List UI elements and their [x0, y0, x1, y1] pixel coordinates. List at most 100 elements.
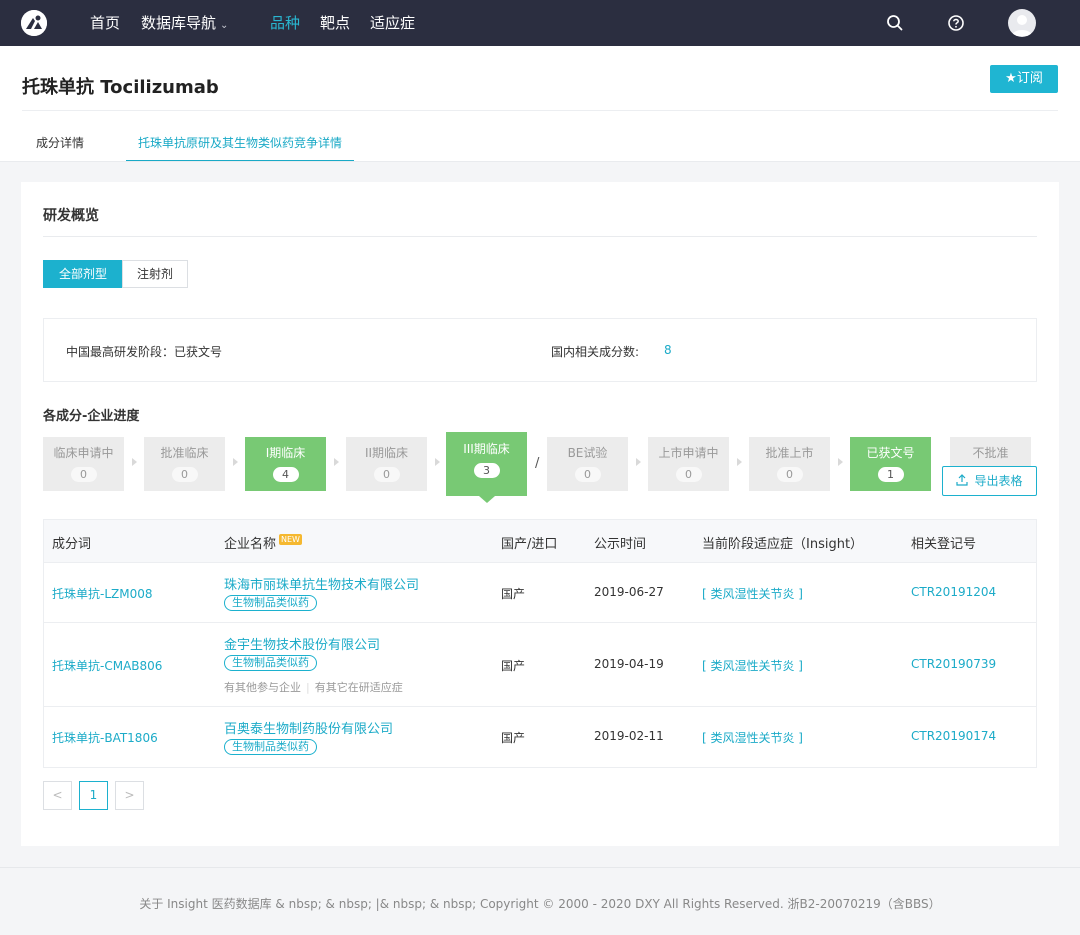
subscribe-button[interactable]: ★订阅 [990, 65, 1058, 93]
col-ingredient: 成分词 [52, 537, 92, 552]
stage-label: 上市申请中 [658, 446, 719, 460]
nav-indications[interactable]: 适应症 [370, 0, 415, 46]
footer: 关于 Insight 医药数据库 & nbsp; & nbsp; |& nbsp… [0, 867, 1080, 935]
arrow-right-icon [636, 458, 641, 466]
col-origin: 国产/进口 [501, 537, 558, 552]
stage-count: 0 [675, 467, 702, 482]
stage-count: 0 [574, 467, 601, 482]
page-title: 托珠单抗 Tocilizumab [22, 77, 219, 98]
tag-label: 生物制品类似药 [224, 655, 317, 671]
company-link[interactable]: 金宇生物技术股份有限公司 [224, 634, 380, 653]
stage-phase-2[interactable]: II期临床 0 [346, 437, 427, 491]
stage-count: 0 [373, 467, 400, 482]
stage-license-obtained[interactable]: 已获文号 1 [850, 437, 931, 491]
indication-link[interactable]: [ 类风湿性关节炎 ] [702, 729, 803, 746]
nav-home[interactable]: 首页 [90, 0, 120, 46]
page-header: 托珠单抗 Tocilizumab ★订阅 成分详情 托珠单抗原研及其生物类似药竞… [0, 46, 1080, 162]
user-icon [1012, 15, 1032, 36]
date-cell: 2019-06-27 [594, 585, 664, 599]
nav-targets[interactable]: 靶点 [320, 0, 350, 46]
separator: | [306, 681, 310, 694]
arrow-right-icon [233, 458, 238, 466]
col-registration: 相关登记号 [911, 537, 977, 552]
new-badge: NEW [279, 534, 302, 545]
nav-varieties[interactable]: 品种 [270, 0, 300, 46]
ingredient-link[interactable]: 托珠单抗-LZM008 [52, 585, 153, 602]
highest-stage-value: 已获文号 [174, 345, 223, 359]
related-count-value[interactable]: 8 [664, 343, 672, 357]
stage-marketing-application[interactable]: 上市申请中 0 [648, 437, 729, 491]
table-row: 托珠单抗-LZM008 珠海市丽珠单抗生物技术有限公司 生物制品类似药 国产 2… [44, 563, 1036, 623]
indication-link[interactable]: [ 类风湿性关节炎 ] [702, 657, 803, 674]
tag-label: 生物制品类似药 [224, 595, 317, 611]
table-row: 托珠单抗-BAT1806 百奥泰生物制药股份有限公司 生物制品类似药 国产 20… [44, 707, 1036, 767]
biosimilar-tag: 生物制品类似药 [224, 739, 317, 755]
pagination-next-button[interactable]: > [115, 781, 144, 810]
tag-label: 生物制品类似药 [224, 739, 317, 755]
help-icon[interactable] [947, 14, 965, 32]
top-navigation-bar: 首页 数据库导航 ⌄ 品种 靶点 适应症 [0, 0, 1080, 46]
stage-separator: / [535, 456, 540, 471]
search-icon[interactable] [886, 14, 904, 32]
indication-link[interactable]: [ 类风湿性关节炎 ] [702, 585, 803, 602]
table-header: 成分词 企业名称 NEW 国产/进口 公示时间 当前阶段适应症（Insight） … [44, 520, 1036, 563]
highest-stage-label-text: 中国最高研发阶段： [66, 345, 175, 359]
related-count-label: 国内相关成分数: [551, 345, 640, 359]
ingredient-link[interactable]: 托珠单抗-BAT1806 [52, 729, 158, 746]
stage-phase-1[interactable]: I期临床 4 [245, 437, 326, 491]
date-cell: 2019-04-19 [594, 657, 664, 671]
info-summary-box: 中国最高研发阶段：已获文号 国内相关成分数: 8 [43, 318, 1037, 382]
arrow-right-icon [435, 458, 440, 466]
col-company: 企业名称 NEW [224, 533, 302, 552]
registration-link[interactable]: CTR20190174 [911, 729, 996, 743]
tab-competition-details[interactable]: 托珠单抗原研及其生物类似药竞争详情 [126, 128, 354, 162]
stage-label: 批准上市 [765, 446, 814, 460]
stage-clinical-application[interactable]: 临床申请中 0 [43, 437, 124, 491]
overview-card: 研发概览 全部剂型 注射剂 中国最高研发阶段：已获文号 国内相关成分数: 8 各… [21, 182, 1059, 846]
stage-marketing-approved[interactable]: 批准上市 0 [749, 437, 830, 491]
stage-be-trial[interactable]: BE试验 0 [547, 437, 628, 491]
export-table-label: 导出表格 [974, 474, 1023, 488]
company-link[interactable]: 百奥泰生物制药股份有限公司 [224, 718, 393, 737]
tab-ingredient-details[interactable]: 成分详情 [36, 128, 84, 162]
progress-title: 各成分-企业进度 [43, 409, 140, 424]
export-table-button[interactable]: 导出表格 [942, 466, 1037, 496]
stage-count: 4 [272, 467, 299, 482]
stage-phase-3[interactable]: III期临床 3 [446, 432, 527, 496]
other-companies-link[interactable]: 有其他参与企业 [224, 681, 301, 694]
col-date: 公示时间 [594, 537, 647, 552]
col-indication: 当前阶段适应症（Insight） [702, 537, 864, 552]
arrow-right-icon [334, 458, 339, 466]
highest-stage-label: 中国最高研发阶段：已获文号 [66, 343, 222, 360]
nav-database-navigation[interactable]: 数据库导航 ⌄ [141, 0, 228, 46]
biosimilar-tag: 生物制品类似药 [224, 655, 317, 671]
company-progress-table: 成分词 企业名称 NEW 国产/进口 公示时间 当前阶段适应症（Insight） … [43, 519, 1037, 768]
registration-link[interactable]: CTR20191204 [911, 585, 996, 599]
stage-count: 1 [877, 467, 904, 482]
date-cell: 2019-02-11 [594, 729, 664, 743]
filter-injection[interactable]: 注射剂 [122, 260, 188, 288]
extra-links: 有其他参与企业 | 有其它在研适应症 [224, 679, 403, 695]
stage-label: III期临床 [463, 442, 510, 456]
nav-database-navigation-label: 数据库导航 [141, 14, 217, 32]
other-indications-link[interactable]: 有其它在研适应症 [315, 681, 403, 694]
tabs-divider [0, 161, 1080, 162]
stage-count: 0 [171, 467, 198, 482]
company-link[interactable]: 珠海市丽珠单抗生物技术有限公司 [224, 574, 419, 593]
col-company-label: 企业名称 [224, 537, 277, 552]
logo[interactable] [21, 10, 47, 36]
pagination-prev-button[interactable]: < [43, 781, 72, 810]
origin-cell: 国产 [501, 659, 526, 673]
upload-icon [956, 474, 969, 486]
registration-link[interactable]: CTR20190739 [911, 657, 996, 671]
stage-label: 已获文号 [866, 446, 915, 460]
stage-clinical-approved[interactable]: 批准临床 0 [144, 437, 225, 491]
filter-all-dosage-forms[interactable]: 全部剂型 [43, 260, 123, 288]
ingredient-link[interactable]: 托珠单抗-CMAB806 [52, 657, 162, 674]
pagination-page-1[interactable]: 1 [79, 781, 108, 810]
avatar[interactable] [1008, 9, 1036, 37]
stage-label: 不批准 [972, 446, 1009, 460]
origin-cell: 国产 [501, 731, 526, 745]
chevron-down-icon: ⌄ [220, 20, 229, 31]
stage-label: 批准临床 [160, 446, 209, 460]
